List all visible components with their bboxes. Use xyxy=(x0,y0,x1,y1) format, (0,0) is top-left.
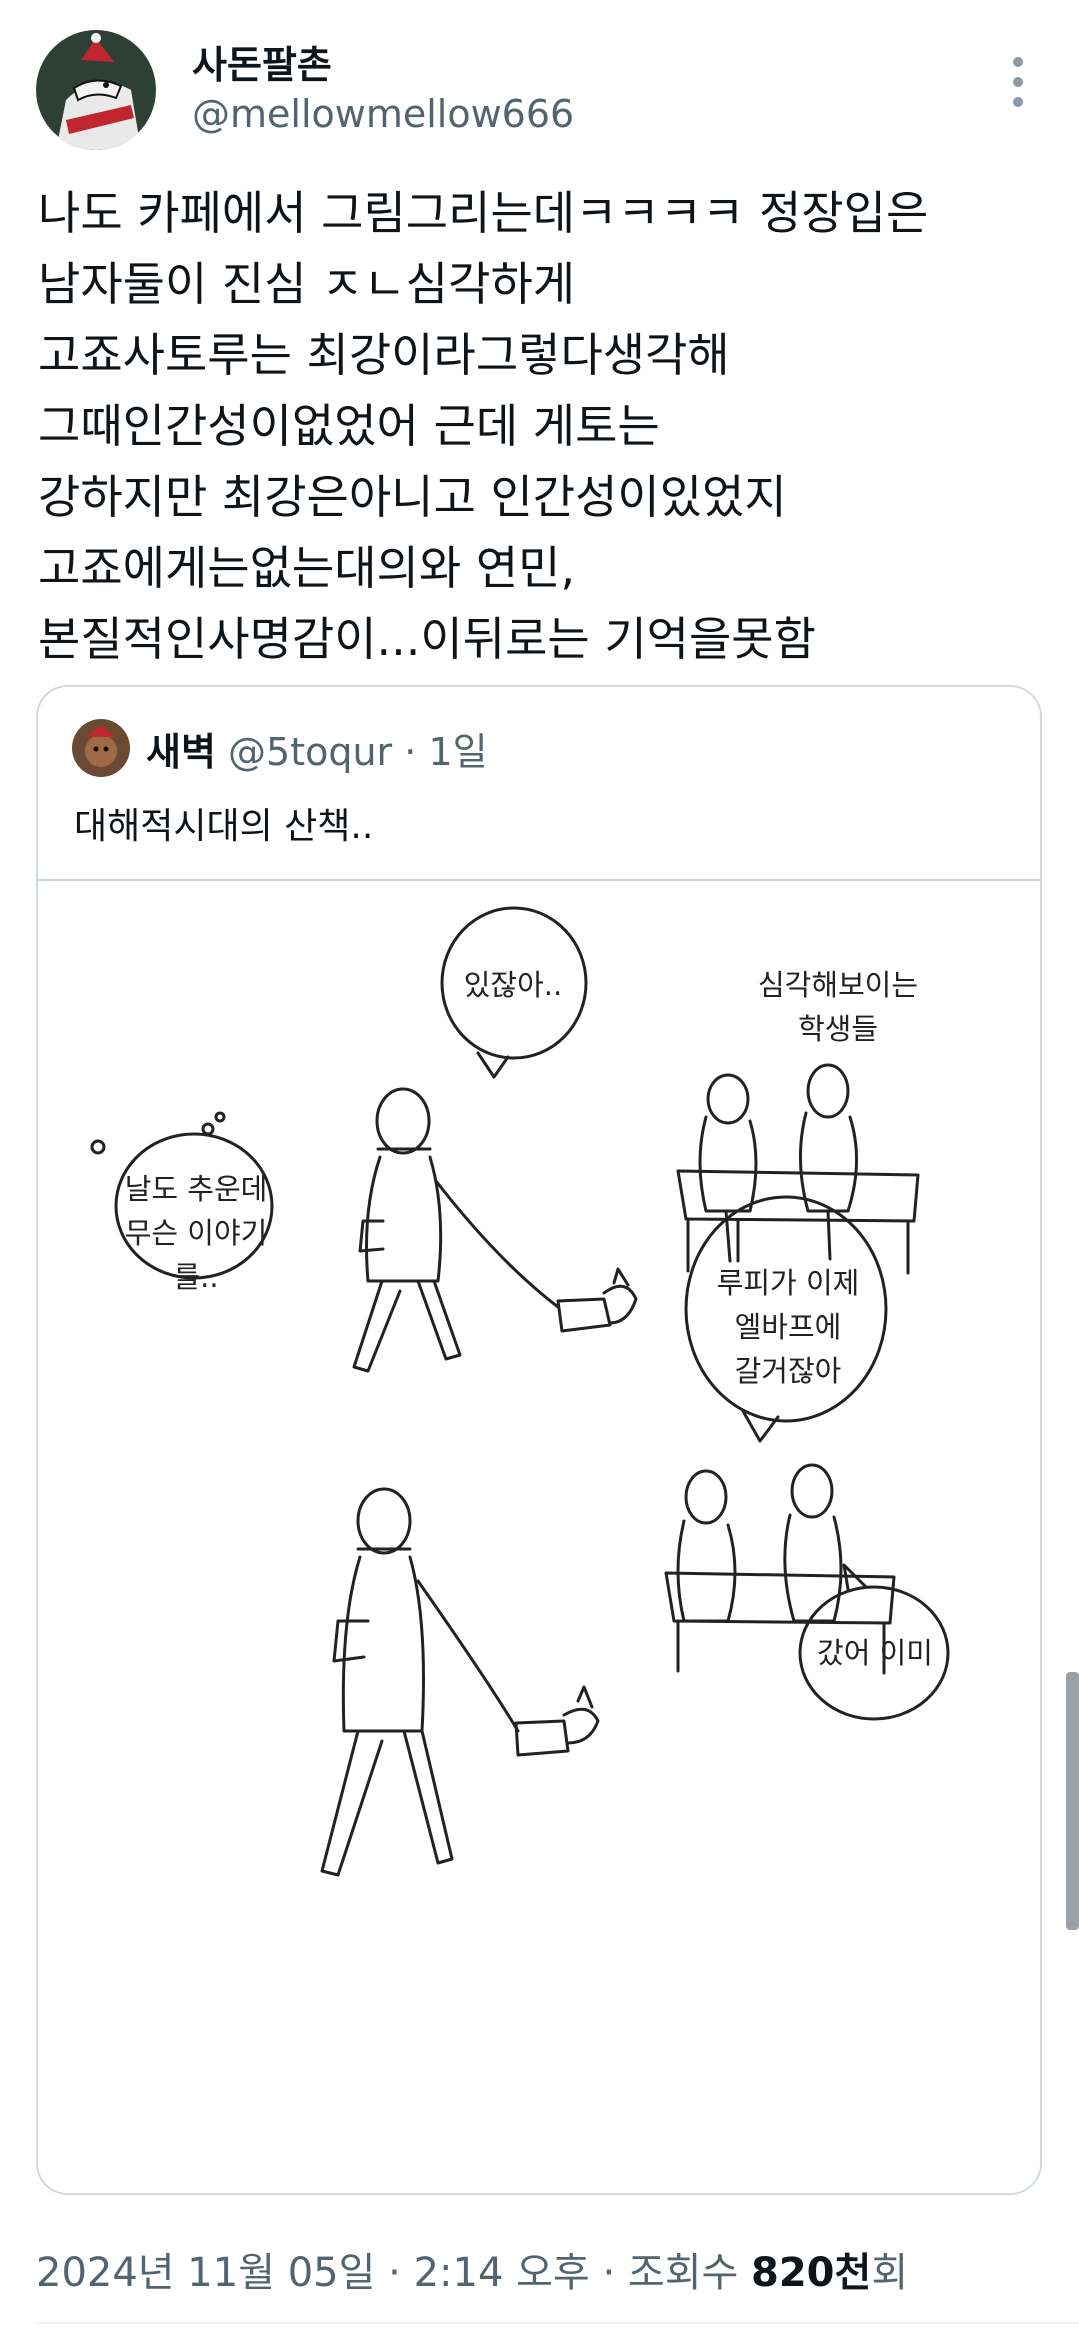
students-bench-top xyxy=(676,1063,920,1275)
bubble-text-2: 심각해보이는 학생들 xyxy=(757,968,919,1046)
author-display-name[interactable]: 사돈팔촌 xyxy=(192,34,332,89)
author-avatar[interactable] xyxy=(36,30,156,150)
bubble-text-1: 있잖아.. xyxy=(463,968,563,1002)
quoted-tweet-card[interactable]: 새벽 @5toqur · 1일 대해적시대의 산책.. 있잖아.. 심각해보이는… xyxy=(36,685,1042,2195)
quoted-tweet-header: 새벽 @5toqur · 1일 xyxy=(146,721,488,776)
tweet-text: 나도 카페에서 그림그리는데ㅋㅋㅋㅋ 정장입은 남자둘이 진심 ㅈㄴ심각하게 고… xyxy=(38,186,929,666)
scrollbar[interactable] xyxy=(1066,1672,1079,1930)
bubble-text-3: 날도 추운데 무슨 이야기를.. xyxy=(124,1172,268,1294)
bubble-text-5: 갔어 이미 xyxy=(817,1636,933,1670)
quoted-time[interactable]: 1일 xyxy=(428,730,487,774)
bubble-text-4: 루피가 이제 엘바프에 갈거잖아 xyxy=(716,1266,860,1388)
dog-bottom xyxy=(514,1685,600,1757)
quoted-author-avatar[interactable] xyxy=(72,719,130,777)
quoted-handle[interactable]: @5toqur xyxy=(228,730,392,774)
tweet-timestamp: 2024년 11월 05일 · 2:14 오후 · 조회수 820천회 xyxy=(36,2240,908,2298)
tweet-time[interactable]: 2:14 오후 xyxy=(414,2250,590,2296)
walker-bottom xyxy=(320,1487,520,1877)
separator-dot: · xyxy=(602,2250,616,2296)
tweet-date[interactable]: 2024년 11월 05일 xyxy=(36,2250,375,2296)
comic-image[interactable]: 있잖아.. 심각해보이는 학생들 날도 추운데 무슨 이야기를.. 루피가 이제… xyxy=(38,879,1040,2193)
author-handle[interactable]: @mellowmellow666 xyxy=(192,92,574,136)
quoted-tweet-text: 대해적시대의 산책.. xyxy=(74,806,374,847)
views-suffix: 회 xyxy=(871,2250,909,2296)
views-count: 820천 xyxy=(751,2250,872,2296)
divider xyxy=(36,2322,1079,2324)
separator-dot: · xyxy=(388,2250,401,2296)
walker-top xyxy=(352,1087,560,1373)
more-vertical-icon[interactable] xyxy=(1000,52,1036,112)
quoted-display-name[interactable]: 새벽 xyxy=(146,730,216,774)
dog-top xyxy=(556,1267,638,1333)
separator-dot: · xyxy=(404,730,417,774)
views-label: 조회수 xyxy=(627,2250,739,2296)
